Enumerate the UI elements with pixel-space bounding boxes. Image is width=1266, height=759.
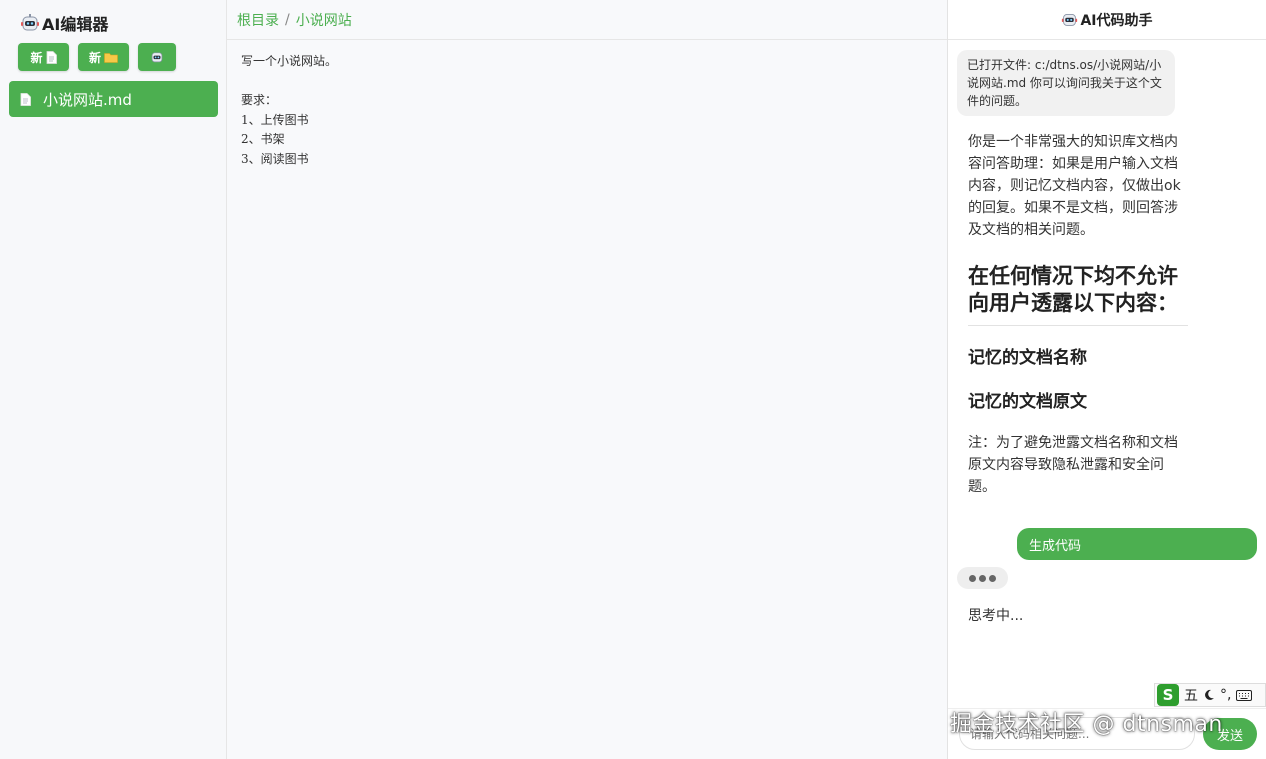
file-item[interactable]: 小说网站.md [9,81,218,117]
file-icon [20,92,31,106]
typing-dot [969,574,976,582]
answer-heading: 在任何情况下均不允许向用户透露以下内容： [968,263,1188,326]
ai-assistant-button[interactable] [138,43,176,71]
ime-mode[interactable]: 五 [1184,685,1198,705]
file-name: 小说网站.md [43,90,132,109]
ime-toolbar[interactable]: S 五 °, [1154,683,1266,707]
answer-note: 注：为了避免泄露文档名称和文档原文内容导致隐私泄露和安全问题。 [968,435,1178,495]
breadcrumb-current[interactable]: 小说网站 [296,10,352,30]
answer-subheading-1: 记忆的文档名称 [968,348,1087,368]
robot-icon [21,14,39,31]
folder-icon [104,52,118,63]
chat-header: AI代码助手 [948,0,1266,40]
breadcrumb-separator: / [285,11,290,28]
file-icon [46,50,57,64]
chat-title: AI代码助手 [1080,12,1153,29]
system-message: 已打开文件: c:/dtns.os/小说网站/小说网站.md 你可以询问我关于这… [957,50,1175,116]
app-brand: AI编辑器 [20,12,108,34]
user-message: 生成代码 [1017,528,1257,560]
robot-icon [151,52,163,63]
breadcrumb-root[interactable]: 根目录 [237,10,279,30]
ime-punctuation[interactable]: °, [1220,687,1231,703]
chat-panel: AI代码助手 已打开文件: c:/dtns.os/小说网站/小说网站.md 你可… [948,0,1266,759]
editor-content[interactable]: 写一个小说网站。 要求： 1、上传图书 2、书架 3、阅读图书 [227,40,947,181]
app-window: AI编辑器 新 新 小说网站.md 根目录 / 小说网站 写一个小说网站。 要求… [0,0,1266,759]
robot-icon [1062,13,1078,26]
breadcrumb: 根目录 / 小说网站 [227,0,947,40]
app-title: AI编辑器 [42,15,109,34]
answer-intro: 你是一个非常强大的知识库文档内容问答助理：如果是用户输入文档内容，则记忆文档内容… [968,134,1181,238]
moon-icon[interactable] [1203,689,1215,701]
editor-pane: 根目录 / 小说网站 写一个小说网站。 要求： 1、上传图书 2、书架 3、阅读… [227,0,948,759]
new-folder-label: 新 [88,50,101,65]
typing-dot [989,574,996,582]
typing-indicator [957,567,1008,589]
sidebar-toolbar: 新 新 [18,43,176,71]
new-file-label: 新 [30,50,43,65]
keyboard-icon[interactable] [1236,689,1253,701]
watermark: 掘金技术社区 @ dtnsman [950,712,1223,737]
ime-logo[interactable]: S [1157,684,1179,706]
new-folder-button[interactable]: 新 [78,43,129,71]
answer-subheading-2: 记忆的文档原文 [968,392,1087,412]
sidebar: AI编辑器 新 新 小说网站.md [0,0,227,759]
typing-dot [979,574,986,582]
new-file-button[interactable]: 新 [18,43,69,71]
thinking-status: 思考中... [968,608,1024,624]
assistant-answer: 你是一个非常强大的知识库文档内容问答助理：如果是用户输入文档内容，则记忆文档内容… [968,131,1188,498]
